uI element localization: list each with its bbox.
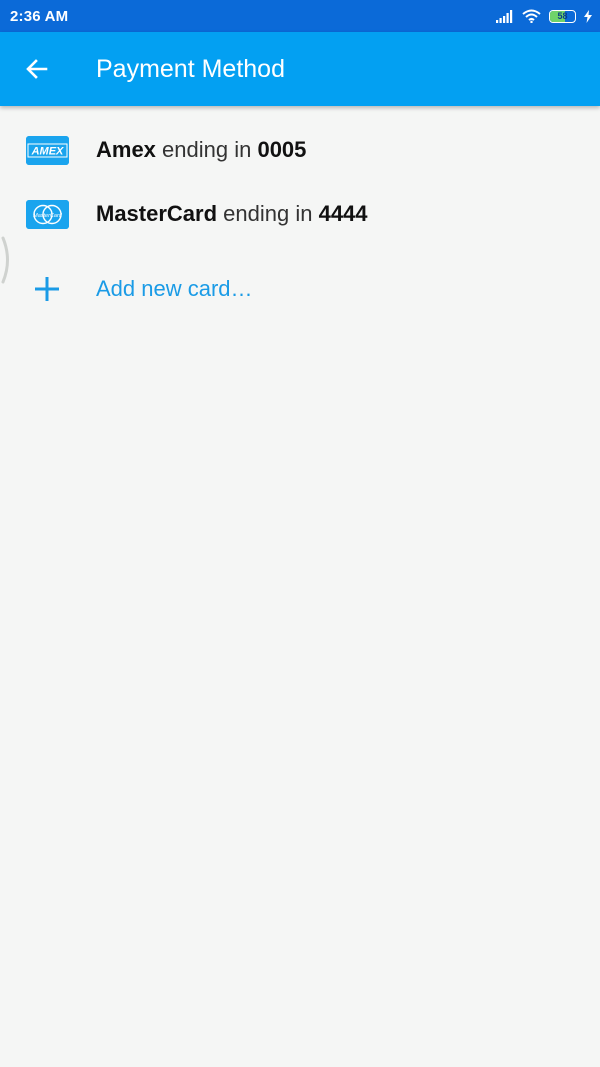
card-ending-text: ending in — [155, 137, 258, 162]
app-bar: Payment Method — [0, 32, 600, 106]
mastercard-card-icon: MasterCard — [26, 199, 69, 229]
status-icons: 58 — [496, 9, 592, 23]
card-brand: MasterCard — [96, 201, 218, 226]
wifi-icon — [522, 9, 541, 23]
signal-icon — [496, 9, 513, 23]
arrow-left-icon — [26, 59, 48, 79]
battery-icon: 58 — [549, 9, 576, 23]
amex-logo: AMEX — [26, 135, 69, 165]
battery-level: 58 — [557, 11, 568, 21]
card-row-amex[interactable]: AMEX Amex ending in 0005 — [0, 120, 600, 180]
card-brand: Amex — [96, 137, 156, 162]
card-last-digits: 4444 — [318, 201, 368, 226]
charging-icon — [584, 9, 592, 23]
card-label-mastercard: MasterCard ending in 4444 — [96, 201, 368, 227]
page-title: Payment Method — [96, 55, 285, 83]
add-new-card-button[interactable]: Add new card… — [0, 258, 600, 318]
mastercard-logo: MasterCard — [26, 199, 69, 229]
plus-icon — [35, 277, 59, 301]
amex-card-icon: AMEX — [26, 135, 69, 165]
svg-text:MasterCard: MasterCard — [33, 213, 63, 219]
add-new-card-label: Add new card… — [96, 276, 253, 301]
card-ending-text: ending in — [217, 201, 319, 226]
back-button[interactable] — [22, 54, 52, 84]
card-label-amex: Amex ending in 0005 — [96, 137, 306, 163]
svg-text:AMEX: AMEX — [31, 145, 64, 157]
card-last-digits: 0005 — [257, 137, 307, 162]
status-bar: 2:36 AM 58 — [0, 0, 600, 32]
status-time: 2:36 AM — [10, 7, 69, 25]
card-row-mastercard[interactable]: MasterCard MasterCard ending in 4444 — [0, 184, 600, 244]
